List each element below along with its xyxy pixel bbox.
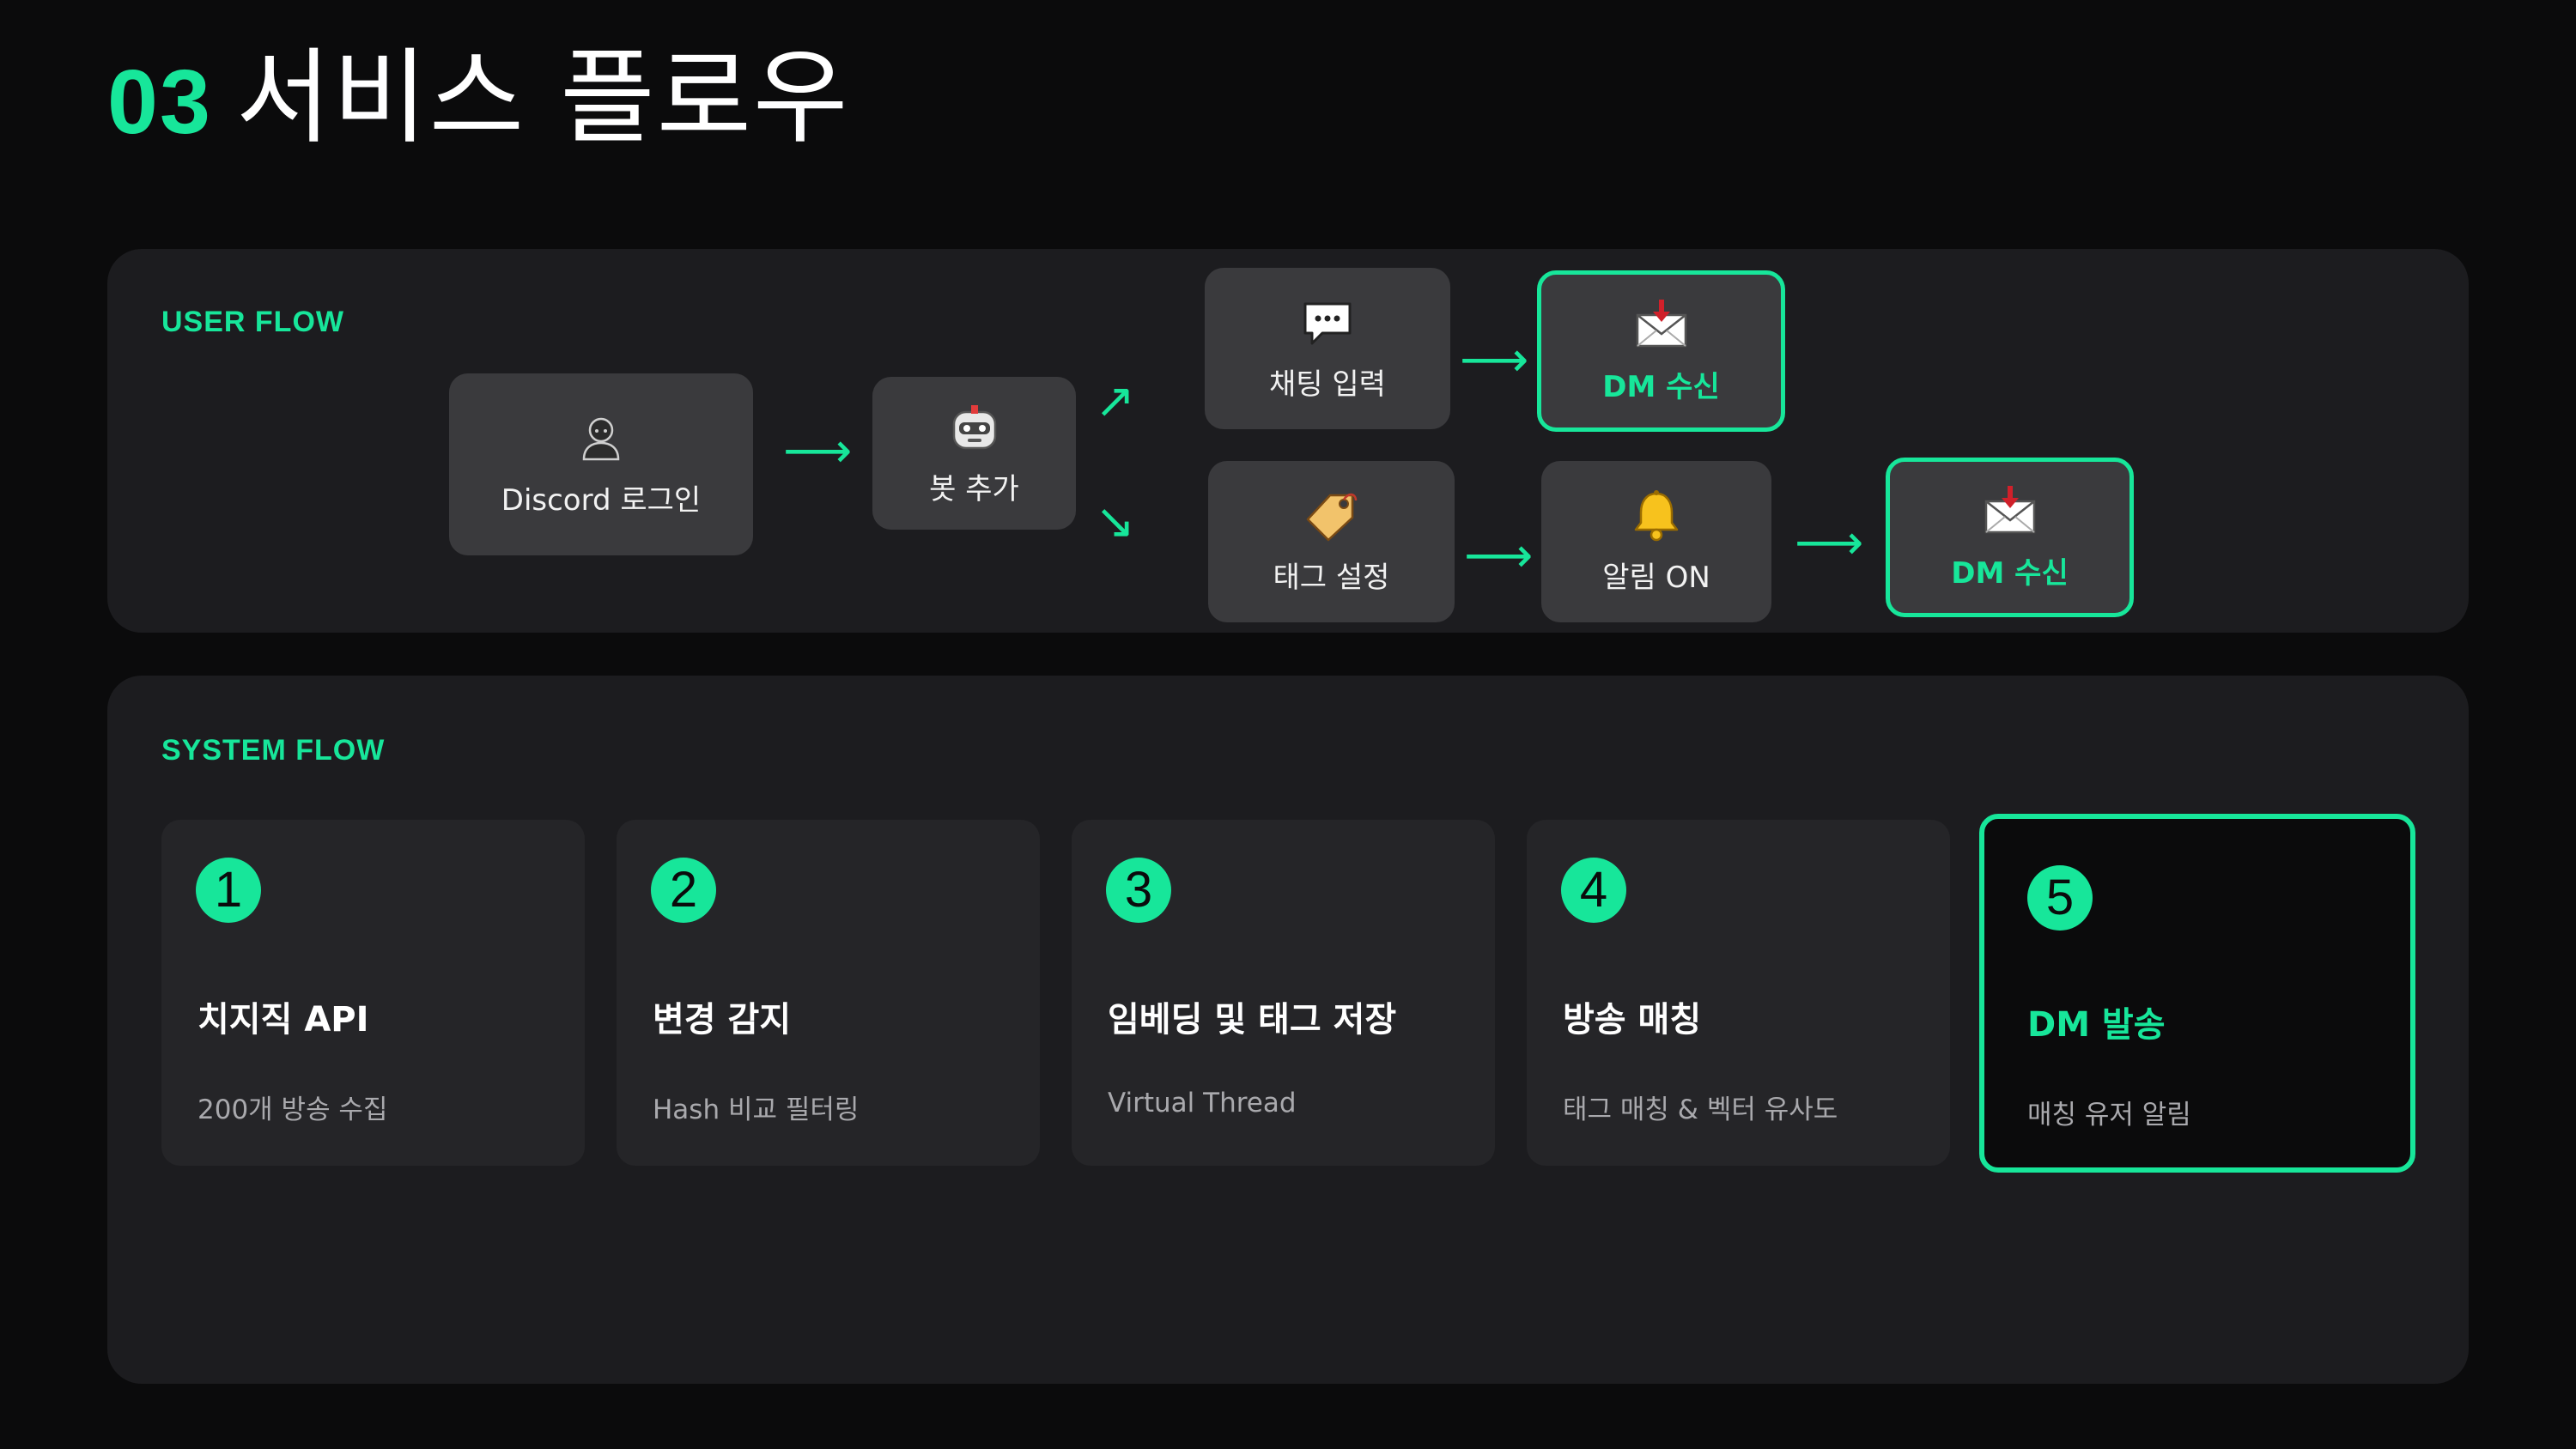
section-number: 03 [107, 52, 212, 153]
step-desc: Virtual Thread [1108, 1088, 1297, 1119]
arrow-right-icon: ⟶ [783, 423, 853, 479]
chat-input-label: 채팅 입력 [1269, 367, 1386, 402]
step-card-2: 2 변경 감지 Hash 비교 필터링 [617, 820, 1040, 1166]
step-number-badge: 4 [1561, 858, 1626, 923]
step-desc: 태그 매칭 & 벡터 유사도 [1563, 1094, 1838, 1125]
step-card-3: 3 임베딩 및 태그 저장 Virtual Thread [1072, 820, 1495, 1166]
dm-receive-node-bottom: DM 수신 [1886, 458, 2134, 617]
user-flow-label: USER FLOW [161, 306, 344, 338]
discord-login-node: Discord 로그인 [449, 373, 753, 555]
step-title: DM 발송 [2027, 1005, 2166, 1045]
chat-input-node: 채팅 입력 [1205, 268, 1450, 429]
arrow-right-icon: ⟶ [1795, 515, 1864, 571]
step-desc: 200개 방송 수집 [197, 1094, 388, 1125]
step-card-4: 4 방송 매칭 태그 매칭 & 벡터 유사도 [1527, 820, 1950, 1166]
bell-icon [1634, 489, 1679, 541]
section-title: 서비스 플로우 [235, 39, 850, 158]
bot-add-label: 봇 추가 [929, 471, 1019, 506]
arrow-right-icon: ⟶ [1464, 528, 1534, 584]
step-title: 방송 매칭 [1563, 1000, 1702, 1040]
step-card-5: 5 DM 발송 매칭 유저 알림 [1979, 814, 2415, 1173]
tag-setting-node: 태그 설정 [1208, 461, 1455, 622]
discord-login-label: Discord 로그인 [501, 482, 702, 518]
speech-bubble-icon [1303, 302, 1352, 344]
arrow-down-right-icon: ↘ [1095, 494, 1135, 549]
dm-receive-node-top: DM 수신 [1537, 270, 1785, 432]
step-desc: 매칭 유저 알림 [2027, 1100, 2191, 1131]
tag-icon [1306, 493, 1357, 541]
page-title: 03 서비스 플로우 [107, 34, 849, 167]
tag-setting-label: 태그 설정 [1273, 560, 1390, 595]
envelope-icon [1984, 485, 2035, 533]
step-title: 치지직 API [197, 1000, 369, 1040]
step-title: 변경 감지 [653, 1000, 792, 1040]
dm-receive-label: DM 수신 [1602, 369, 1720, 404]
robot-icon [952, 404, 996, 449]
system-flow-label: SYSTEM FLOW [161, 734, 386, 767]
step-number-badge: 5 [2027, 865, 2093, 931]
alarm-on-label: 알림 ON [1602, 560, 1710, 595]
arrow-up-right-icon: ↗ [1095, 373, 1135, 429]
step-number-badge: 2 [651, 858, 716, 923]
dm-receive-label: DM 수신 [1951, 555, 2069, 591]
arrow-right-icon: ⟶ [1460, 332, 1529, 388]
alarm-on-node: 알림 ON [1541, 461, 1771, 622]
step-card-1: 1 치지직 API 200개 방송 수집 [161, 820, 585, 1166]
step-title: 임베딩 및 태그 저장 [1108, 1000, 1397, 1040]
step-number-badge: 3 [1106, 858, 1171, 923]
step-number-badge: 1 [196, 858, 261, 923]
bot-add-node: 봇 추가 [872, 377, 1076, 530]
step-desc: Hash 비교 필터링 [653, 1094, 860, 1125]
envelope-icon [1636, 299, 1686, 347]
user-icon [582, 417, 620, 460]
